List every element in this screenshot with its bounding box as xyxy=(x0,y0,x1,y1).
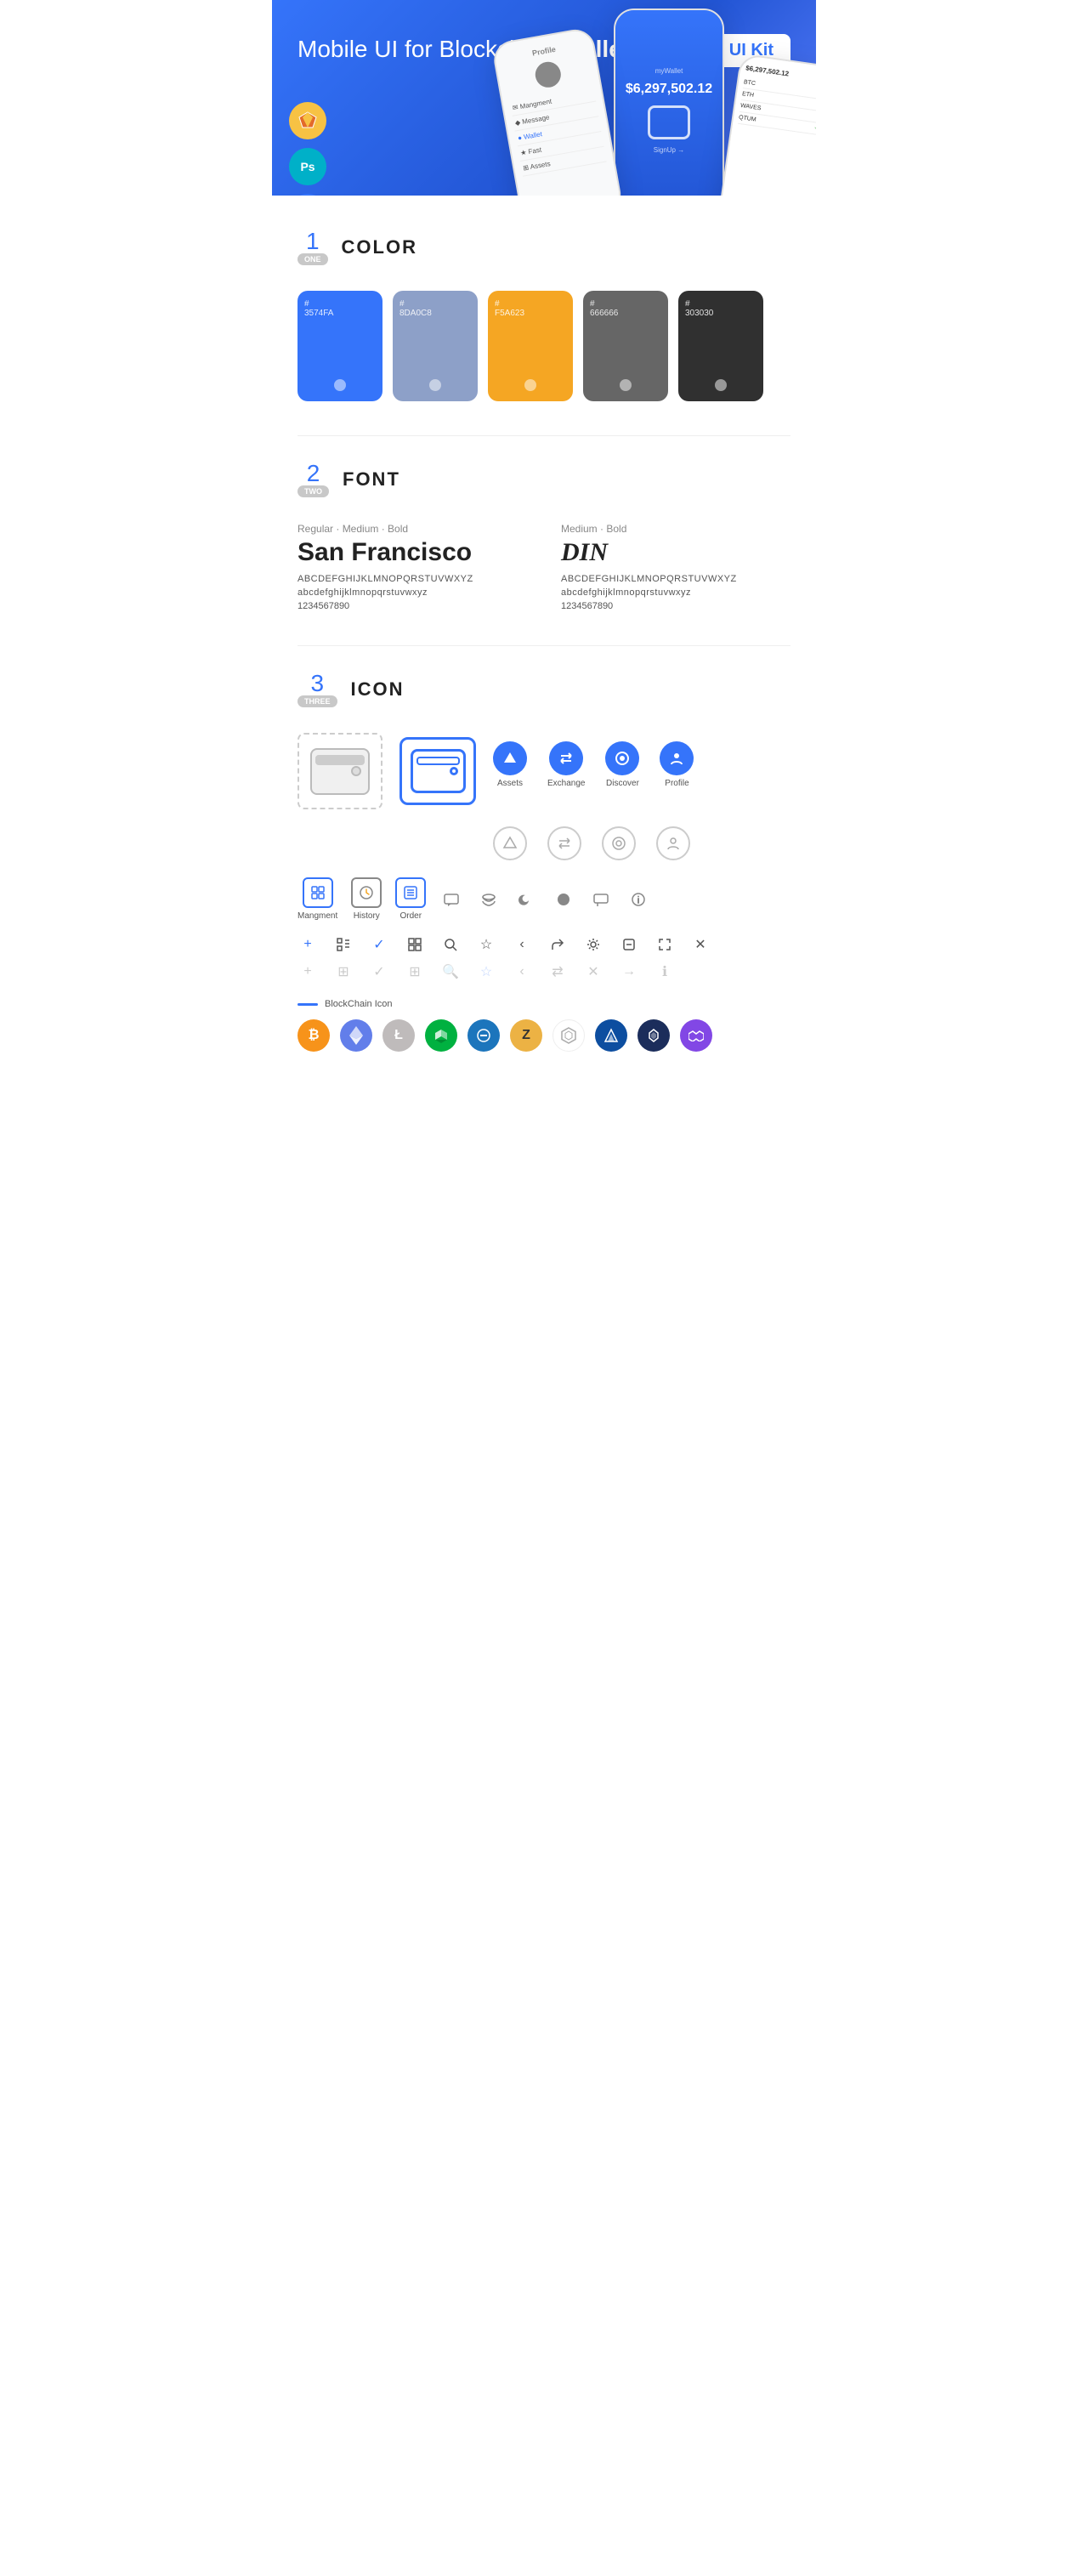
wallet-filled-icon xyxy=(400,737,476,805)
hero-section: Mobile UI for Blockchain Wallet UI Kit P… xyxy=(272,0,816,196)
stack-icon xyxy=(477,888,501,911)
discover-outline-icon-item xyxy=(602,826,636,860)
swatch-blue: #3574FA xyxy=(298,291,382,401)
font-section: Regular · Medium · Bold San Francisco AB… xyxy=(298,523,790,611)
grid-icon xyxy=(333,934,354,955)
blockchain-label: BlockChain Icon xyxy=(298,999,790,1009)
gear-icon xyxy=(583,934,604,955)
icon-main-row: Assets Exchange Discover Profile xyxy=(298,733,790,809)
bottom-nav-icons: Mangment History Order xyxy=(298,877,790,921)
profile-icon-item: Profile xyxy=(660,741,694,788)
download-icon xyxy=(619,934,639,955)
lisk-icon xyxy=(595,1019,627,1052)
crypto-icons-row: ₿ Ł Z xyxy=(298,1019,790,1052)
moon-icon xyxy=(514,888,538,911)
assets-outline-icon xyxy=(493,826,527,860)
section-2-number: 2 TWO xyxy=(298,462,329,497)
screens-badge: 60+ Screens xyxy=(289,194,326,196)
font-section-header: 2 TWO FONT xyxy=(298,462,790,497)
nav-icons-outline xyxy=(493,826,790,860)
management-icon xyxy=(303,877,333,908)
discover-icon-item: Discover xyxy=(605,741,639,788)
assets-outline-icon-item xyxy=(493,826,527,860)
blockchain-line xyxy=(298,1003,318,1006)
history-icon xyxy=(351,877,382,908)
discover-outline-icon xyxy=(602,826,636,860)
swatch-blue-gray: #8DA0C8 xyxy=(393,291,478,401)
sketch-badge xyxy=(289,102,326,139)
hero-badges: Ps 60+ Screens xyxy=(289,102,326,196)
swatch-orange: #F5A623 xyxy=(488,291,573,401)
plus-icon: + xyxy=(298,934,318,955)
profile-outline-icon xyxy=(656,826,690,860)
management-icon-item: Mangment xyxy=(298,877,337,921)
ethereum-icon xyxy=(340,1019,372,1052)
icon-section-header: 3 THREE ICON xyxy=(298,672,790,707)
neo-icon xyxy=(425,1019,457,1052)
discover-icon xyxy=(605,741,639,775)
share-icon xyxy=(547,934,568,955)
profile-outline-icon-item xyxy=(656,826,690,860)
message-icon xyxy=(439,888,463,911)
bitcoin-icon: ₿ xyxy=(298,1019,330,1052)
check-icon: ✓ xyxy=(369,934,389,955)
font-din: Medium · Bold DIN ABCDEFGHIJKLMNOPQRSTUV… xyxy=(561,523,790,611)
exchange-outline-icon-item xyxy=(547,826,581,860)
wallet-wireframe-icon xyxy=(298,733,382,809)
swatch-dark: #303030 xyxy=(678,291,763,401)
hex-icon xyxy=(552,1019,585,1052)
exchange-icon-item: Exchange xyxy=(547,741,585,788)
ps-badge: Ps xyxy=(289,148,326,185)
circle-icon xyxy=(552,888,575,911)
section-3-number: 3 THREE xyxy=(298,672,337,707)
tools-row-dim: + ⊞ ✓ ⊞ 🔍 ☆ ‹ ⇄ ✕ → ℹ xyxy=(298,962,790,982)
phone-left: Profile ✉ Mangment ◆ Message ● Wallet ★ … xyxy=(491,26,624,196)
swatch-gray: #666666 xyxy=(583,291,668,401)
color-section-header: 1 ONE COLOR xyxy=(298,230,790,265)
profile-icon xyxy=(660,741,694,775)
color-swatches: #3574FA #8DA0C8 #F5A623 #666666 #303030 xyxy=(298,291,790,401)
qr-icon xyxy=(405,934,425,955)
nav-icons-filled: Assets Exchange Discover Profile xyxy=(493,741,694,788)
order-icon-item: Order xyxy=(395,877,426,921)
tools-row-1: + ✓ ☆ ‹ ✕ xyxy=(298,934,790,955)
ardr-icon xyxy=(638,1019,670,1052)
font-san-francisco: Regular · Medium · Bold San Francisco AB… xyxy=(298,523,527,611)
search-icon xyxy=(440,934,461,955)
chevron-left-icon: ‹ xyxy=(512,934,532,955)
comment-icon xyxy=(589,888,613,911)
order-icon xyxy=(395,877,426,908)
history-icon-item: History xyxy=(351,877,382,921)
phone-mid: myWallet $6,297,502.12 SignUp → xyxy=(614,9,724,196)
main-content: 1 ONE COLOR #3574FA #8DA0C8 #F5A623 #666… xyxy=(272,196,816,1086)
exchange-outline-icon xyxy=(547,826,581,860)
matic-icon xyxy=(680,1019,712,1052)
exchange-icon xyxy=(549,741,583,775)
phone-mockups: Profile ✉ Mangment ◆ Message ● Wallet ★ … xyxy=(505,9,816,196)
phone-right: $6,297,502.12 BTC+5% ETH+2% WAVES-1% QTU… xyxy=(717,53,816,196)
close-icon: ✕ xyxy=(690,934,711,955)
assets-icon xyxy=(493,741,527,775)
dash-icon xyxy=(468,1019,500,1052)
info-icon xyxy=(626,888,650,911)
expand-icon xyxy=(654,934,675,955)
section-1-number: 1 ONE xyxy=(298,230,328,265)
assets-icon-item: Assets xyxy=(493,741,527,788)
star-icon: ☆ xyxy=(476,934,496,955)
zcash-icon: Z xyxy=(510,1019,542,1052)
litecoin-icon: Ł xyxy=(382,1019,415,1052)
